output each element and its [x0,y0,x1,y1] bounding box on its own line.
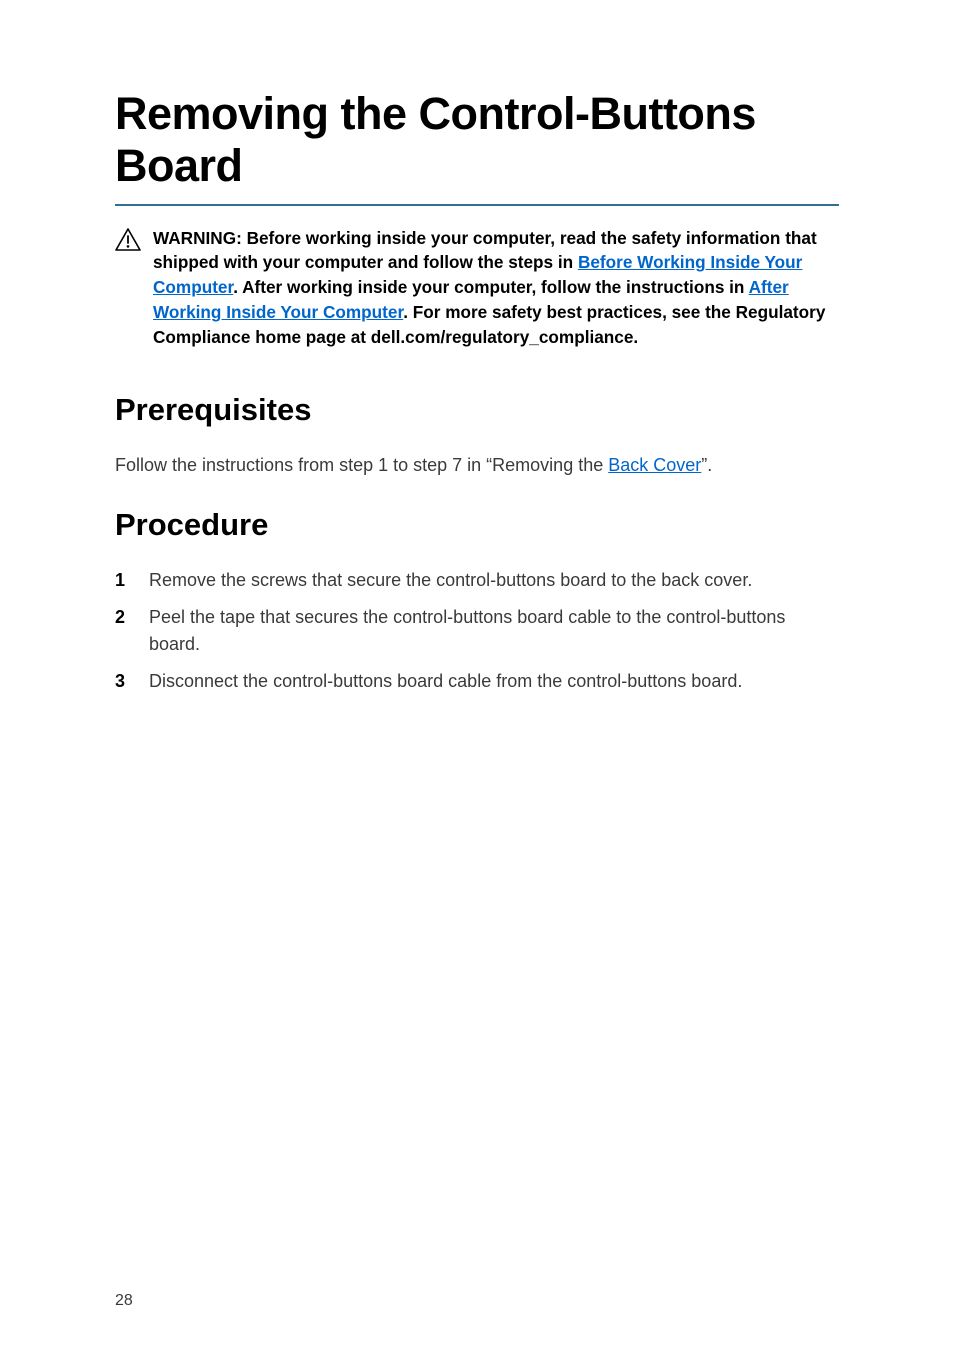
prerequisites-paragraph: Follow the instructions from step 1 to s… [115,452,839,479]
procedure-heading: Procedure [115,507,839,543]
warning-link[interactable]: Before Working Inside Your Computer [153,252,802,297]
warning-callout: WARNING: Before working inside your comp… [115,226,839,351]
procedure-step: Remove the screws that secure the contro… [115,567,839,594]
back-cover-link[interactable]: Back Cover [608,455,701,475]
title-divider [115,204,839,206]
page-number: 28 [115,1292,133,1310]
procedure-step: Peel the tape that secures the control-b… [115,604,839,658]
procedure-step: Disconnect the control-buttons board cab… [115,668,839,695]
warning-link[interactable]: After Working Inside Your Computer [153,277,789,322]
prerequisites-heading: Prerequisites [115,392,839,428]
procedure-list: Remove the screws that secure the contro… [115,567,839,695]
page-title: Removing the Control-Buttons Board [115,88,839,192]
warning-text: WARNING: Before working inside your comp… [153,226,839,351]
warning-icon [115,228,141,259]
